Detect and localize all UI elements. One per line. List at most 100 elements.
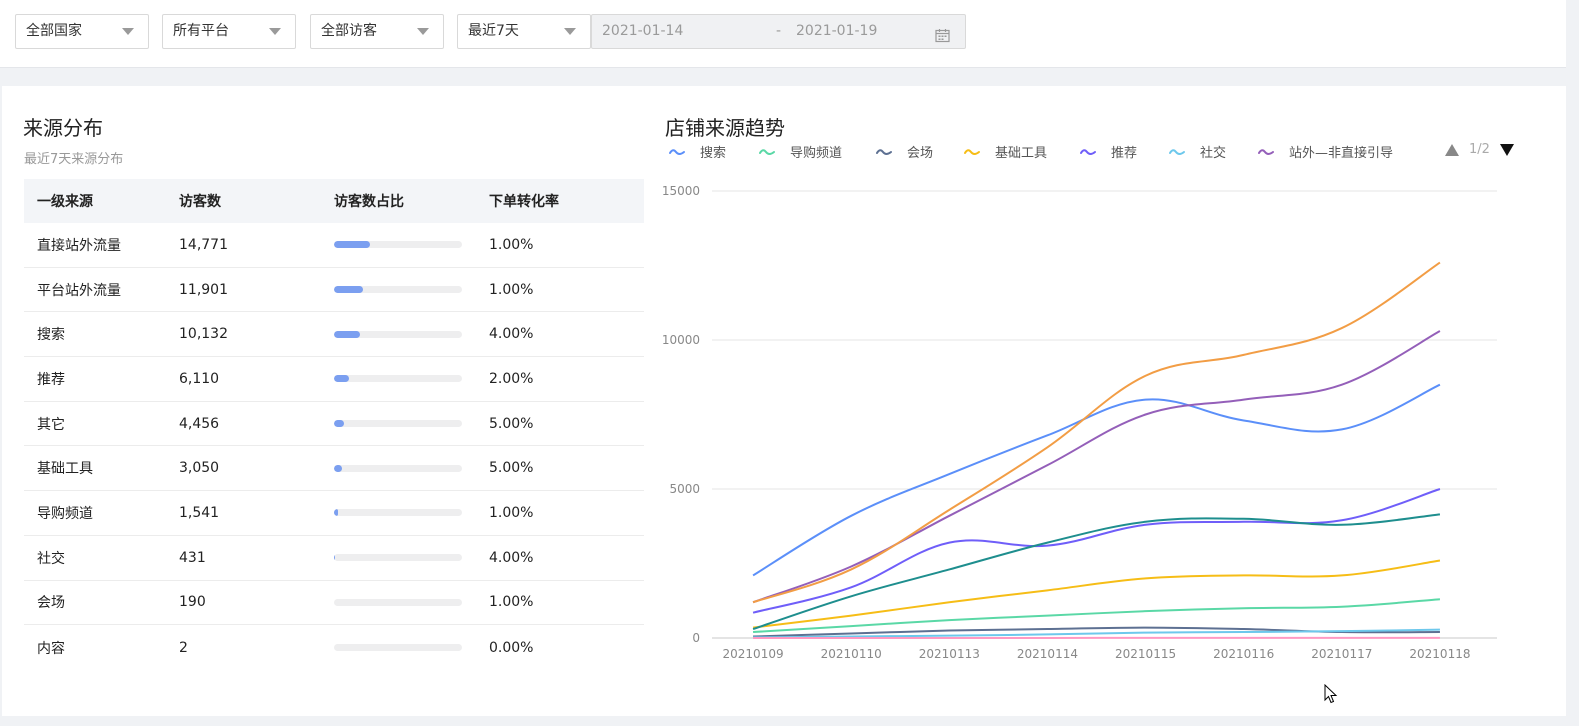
share-bar <box>334 509 462 517</box>
share-bar <box>334 598 462 606</box>
row-source: 其它 <box>37 416 65 433</box>
country-select-value: 全部国家 <box>26 23 82 39</box>
series-line[interactable] <box>752 330 1441 604</box>
row-visitors: 2 <box>179 639 188 656</box>
x-tick-label: 20210114 <box>1017 647 1078 661</box>
legend-label: 社交 <box>1200 146 1227 161</box>
row-share-cell <box>334 464 489 472</box>
x-tick-label: 20210117 <box>1311 647 1372 661</box>
series-line[interactable] <box>752 513 1441 631</box>
legend-label: 会场 <box>907 146 934 161</box>
legend-label: 站外—非直接引导 <box>1289 146 1394 161</box>
row-conversion: 1.00% <box>489 504 534 521</box>
date-range-picker[interactable]: 2021-01-14 - 2021-01-19 <box>591 14 966 49</box>
table-row: 其它 4,456 5.00% <box>24 402 644 447</box>
row-source: 会场 <box>37 595 65 612</box>
x-tick-label: 20210109 <box>723 647 784 661</box>
legend-pager: 1/2 <box>1445 142 1514 157</box>
x-tick-label: 20210118 <box>1409 647 1470 661</box>
share-bar-fill <box>334 420 345 428</box>
legend-item[interactable]: 搜索 <box>668 142 726 161</box>
calendar-icon[interactable] <box>935 23 950 56</box>
visitor-select[interactable]: 全部访客 <box>310 14 444 49</box>
table-row: 直接站外流量 14,771 1.00% <box>24 223 644 268</box>
legend-item[interactable]: 基础工具 <box>963 142 1047 161</box>
legend-item[interactable]: 推荐 <box>1079 142 1137 161</box>
table-row: 内容 2 0.00% <box>24 625 644 670</box>
mouse-cursor-icon <box>1324 683 1338 708</box>
row-visitors: 11,901 <box>179 281 228 298</box>
legend-wave-icon <box>876 148 892 155</box>
chevron-down-icon <box>122 28 134 35</box>
period-select-value: 最近7天 <box>468 23 519 39</box>
row-share-cell <box>334 598 489 606</box>
legend-wave-icon <box>1258 148 1274 155</box>
share-bar-fill <box>334 554 336 562</box>
trend-title: 店铺来源趋势 <box>665 116 785 140</box>
row-source: 内容 <box>37 640 65 657</box>
table-row: 会场 190 1.00% <box>24 581 644 626</box>
legend-wave-icon <box>1080 148 1096 155</box>
x-tick-label: 20210113 <box>919 647 980 661</box>
row-share-cell <box>334 644 489 652</box>
table-row: 搜索 10,132 4.00% <box>24 312 644 358</box>
legend-item[interactable]: 社交 <box>1168 142 1226 161</box>
platform-select[interactable]: 所有平台 <box>162 14 296 49</box>
legend-label: 搜索 <box>700 146 727 161</box>
start-date[interactable]: 2021-01-14 <box>602 15 683 48</box>
share-bar-fill <box>334 286 364 294</box>
share-bar-fill <box>334 241 370 249</box>
row-conversion: 4.00% <box>489 549 534 566</box>
platform-select-value: 所有平台 <box>173 23 229 39</box>
y-tick-label: 5000 <box>669 482 700 496</box>
period-select[interactable]: 最近7天 <box>457 14 591 49</box>
legend-label: 基础工具 <box>995 146 1048 161</box>
header-source: 一级来源 <box>37 194 93 210</box>
legend-item[interactable]: 会场 <box>875 142 933 161</box>
source-dist-subtitle: 最近7天来源分布 <box>24 152 124 167</box>
source-table: 一级来源 访客数 访客数占比 下单转化率 直接站外流量 14,771 1.00% 平台… <box>24 179 644 670</box>
row-share-cell <box>334 286 489 294</box>
y-tick-label: 10000 <box>662 333 700 347</box>
trend-chart: 0 5000 10000 15000 20210109 20210110 20210113 2… <box>662 184 1497 661</box>
row-share-cell <box>334 420 489 428</box>
row-share-cell <box>334 330 489 338</box>
page-down-icon[interactable] <box>1499 143 1514 156</box>
row-share-cell <box>334 509 489 517</box>
date-separator: - <box>776 23 782 39</box>
country-select[interactable]: 全部国家 <box>15 14 149 49</box>
share-bar <box>334 330 462 338</box>
row-visitors: 14,771 <box>179 236 228 253</box>
series-line[interactable] <box>752 383 1441 577</box>
y-tick-label: 15000 <box>662 184 700 198</box>
legend-page-indicator: 1/2 <box>1469 142 1490 157</box>
header-conversion: 下单转化率 <box>489 194 559 210</box>
row-visitors: 4,456 <box>179 415 220 432</box>
row-conversion: 1.00% <box>489 281 534 298</box>
row-source: 导购频道 <box>37 505 93 522</box>
row-visitors: 1,541 <box>179 504 220 521</box>
row-source: 搜索 <box>37 327 65 344</box>
end-date[interactable]: 2021-01-19 <box>796 15 877 48</box>
series-line[interactable] <box>752 261 1441 604</box>
table-body: 直接站外流量 14,771 1.00% 平台站外流量 11,901 1.00% 搜索 10,1… <box>24 223 644 670</box>
table-row: 社交 431 4.00% <box>24 536 644 581</box>
x-tick-label: 20210115 <box>1115 647 1176 661</box>
header-share: 访客数占比 <box>334 194 404 210</box>
legend-item[interactable]: 站外—非直接引导 <box>1257 142 1393 161</box>
share-bar-fill <box>334 464 342 472</box>
row-source: 推荐 <box>37 371 65 388</box>
page-up-icon[interactable] <box>1445 143 1459 156</box>
table-header: 一级来源 访客数 访客数占比 下单转化率 <box>24 179 644 223</box>
share-bar <box>334 554 462 562</box>
row-visitors: 190 <box>179 594 206 611</box>
table-row: 基础工具 3,050 5.00% <box>24 446 644 492</box>
legend-label: 推荐 <box>1111 146 1138 161</box>
legend-item[interactable]: 导购频道 <box>758 142 842 161</box>
row-visitors: 6,110 <box>179 370 220 387</box>
row-visitors: 431 <box>179 549 206 566</box>
legend-wave-icon <box>964 148 980 155</box>
share-bar-fill <box>334 330 360 338</box>
table-row: 导购频道 1,541 1.00% <box>24 491 644 536</box>
y-tick-label: 0 <box>692 631 700 645</box>
